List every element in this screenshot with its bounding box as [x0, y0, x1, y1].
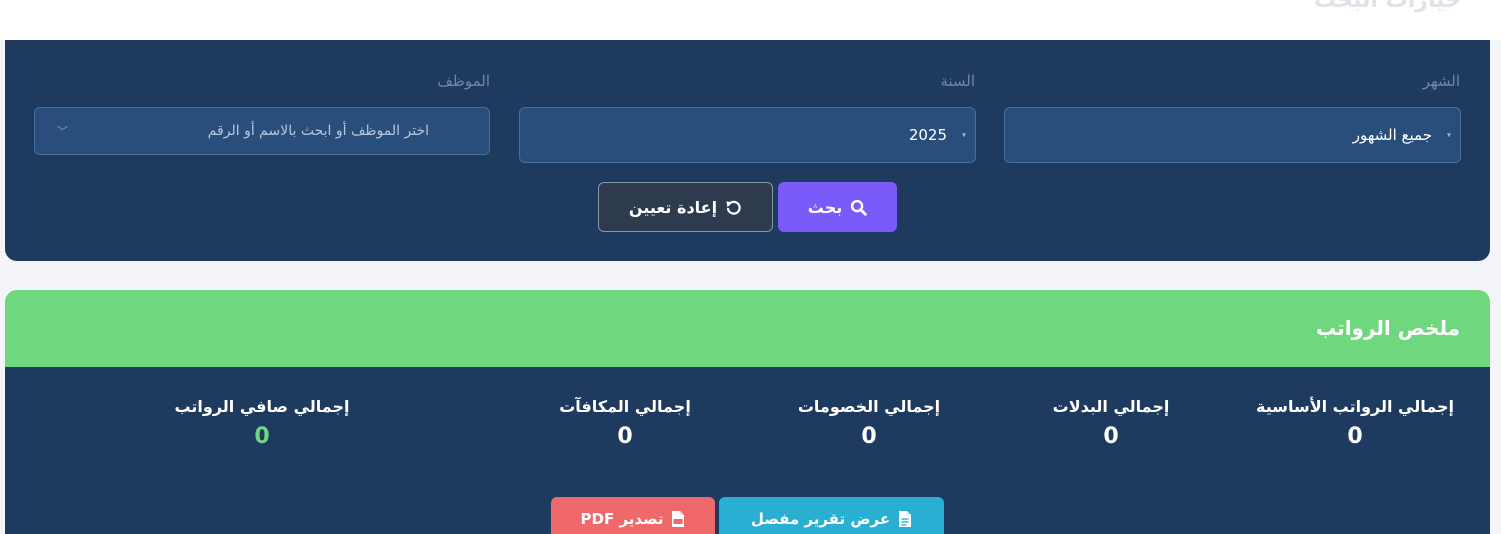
search-button-label: بحث	[807, 197, 843, 217]
month-select-value: جميع الشهور	[1352, 126, 1432, 144]
search-icon	[850, 199, 867, 216]
export-pdf-button[interactable]: تصدير PDF	[551, 497, 715, 534]
total-net-salaries-stat: إجمالي صافي الرواتب 0	[137, 397, 387, 449]
search-options-title: خيارات البحث	[1314, 0, 1461, 13]
pdf-file-icon	[671, 510, 685, 528]
reset-button[interactable]: إعادة تعيين	[598, 182, 773, 232]
employee-select[interactable]: اختر الموظف أو ابحث بالاسم أو الرقم ﹀	[34, 107, 490, 155]
month-select[interactable]: ▾ جميع الشهور	[1004, 107, 1461, 163]
salary-summary-title: ملخص الرواتب	[1316, 316, 1460, 340]
reset-button-label: إعادة تعيين	[628, 197, 718, 217]
search-filter-card: الشهر ▾ جميع الشهور السنة ▾ 2025 الموظف …	[5, 40, 1490, 261]
total-bonuses-stat: إجمالي المكافآت 0	[525, 397, 725, 449]
salary-summary-header: ملخص الرواتب	[5, 290, 1490, 367]
file-text-icon	[898, 510, 912, 528]
stat-label: إجمالي صافي الرواتب	[174, 397, 350, 416]
stat-label: إجمالي المكافآت	[559, 397, 691, 416]
stat-value: 0	[1347, 424, 1363, 449]
chevron-down-icon: ▾	[1446, 130, 1451, 140]
total-deductions-stat: إجمالي الخصومات 0	[769, 397, 969, 449]
stat-value: 0	[617, 424, 633, 449]
export-pdf-button-label: تصدير PDF	[580, 510, 664, 528]
month-label: الشهر	[1422, 72, 1460, 90]
reset-icon	[725, 199, 742, 216]
stat-label: إجمالي الرواتب الأساسية	[1255, 397, 1454, 416]
stat-value: 0	[1103, 424, 1119, 449]
year-select-value: 2025	[908, 126, 947, 144]
page-top-strip: خيارات البحث	[0, 0, 1501, 40]
stat-value: 0	[254, 424, 270, 449]
stat-label: إجمالي البدلات	[1052, 397, 1170, 416]
chevron-down-icon: ▾	[961, 130, 966, 140]
detailed-report-button[interactable]: عرض تقرير مفصل	[719, 497, 944, 534]
chevron-down-icon: ﹀	[57, 125, 68, 138]
salary-summary-body: إجمالي الرواتب الأساسية 0 إجمالي البدلات…	[5, 367, 1490, 534]
year-label: السنة	[940, 72, 975, 90]
total-basic-salaries-stat: إجمالي الرواتب الأساسية 0	[1237, 397, 1473, 449]
year-select[interactable]: ▾ 2025	[519, 107, 976, 163]
employee-select-placeholder: اختر الموظف أو ابحث بالاسم أو الرقم	[207, 123, 429, 139]
employee-label: الموظف	[437, 72, 490, 90]
stat-label: إجمالي الخصومات	[797, 397, 941, 416]
detailed-report-button-label: عرض تقرير مفصل	[750, 510, 891, 528]
search-button[interactable]: بحث	[778, 182, 897, 232]
stat-value: 0	[861, 424, 877, 449]
total-allowances-stat: إجمالي البدلات 0	[1021, 397, 1201, 449]
